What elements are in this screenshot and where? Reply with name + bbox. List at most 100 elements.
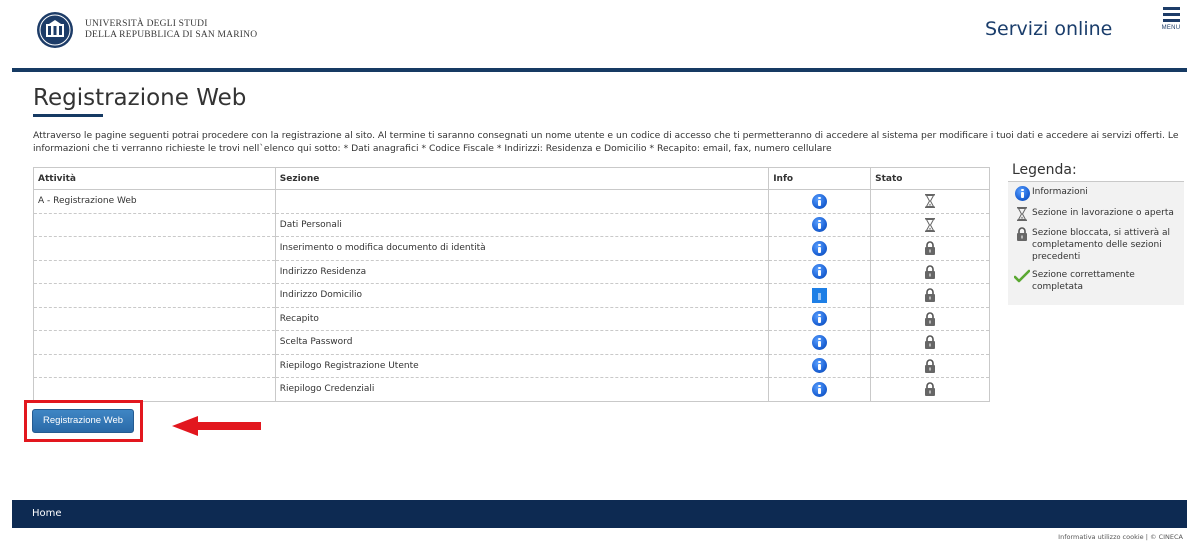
column-header-attivita: Attività xyxy=(33,167,276,190)
header-divider xyxy=(12,68,1187,72)
cell-attivita xyxy=(33,236,276,261)
university-name-line1: UNIVERSITÀ DEGLI STUDI xyxy=(85,19,208,29)
cell-attivita xyxy=(33,307,276,331)
table-row: Inserimento o modifica documento di iden… xyxy=(33,236,990,261)
university-seal-icon[interactable] xyxy=(36,11,74,49)
menu-label: MENU xyxy=(1161,25,1181,31)
cell-attivita xyxy=(33,354,276,378)
table-row: Recapito xyxy=(33,307,990,331)
hamburger-menu-icon xyxy=(1162,7,1180,10)
info-icon[interactable] xyxy=(812,311,828,327)
info-icon[interactable] xyxy=(1014,186,1030,201)
info-icon[interactable] xyxy=(812,193,828,209)
info-icon[interactable] xyxy=(812,264,828,280)
cell-attivita: A - Registrazione Web xyxy=(33,189,276,214)
legend-item: Sezione bloccata, si attiverà al complet… xyxy=(1012,227,1180,263)
info-icon[interactable] xyxy=(812,240,828,256)
cell-attivita xyxy=(33,330,276,355)
cell-stato xyxy=(870,354,990,378)
legend-title: Legenda: xyxy=(1008,162,1184,182)
bottom-links: Informativa utilizzo cookie | © CINECA xyxy=(1058,533,1183,541)
cookie-policy-link[interactable]: Informativa utilizzo cookie xyxy=(1058,533,1143,541)
lock-icon xyxy=(925,265,936,279)
cell-info xyxy=(768,330,872,355)
hamburger-menu-icon-bar xyxy=(1162,13,1180,16)
cell-stato xyxy=(870,213,990,237)
lock-icon xyxy=(925,288,936,303)
legend-panel: Legenda: Informazioni Sezione in lavorazi… xyxy=(1008,162,1184,305)
table-header-row: Attività Sezione Info Stato xyxy=(33,167,990,190)
university-name: UNIVERSITÀ DEGLI STUDI DELLA REPUBBLICA … xyxy=(85,19,257,41)
service-title: Servizi online xyxy=(985,18,1113,40)
registrazione-web-button[interactable]: Registrazione Web xyxy=(32,409,134,433)
cell-stato xyxy=(870,236,990,261)
lock-icon xyxy=(925,359,936,373)
copyright-link[interactable]: © CINECA xyxy=(1150,533,1183,541)
info-icon[interactable] xyxy=(812,358,828,374)
cell-stato xyxy=(870,189,990,214)
cell-stato xyxy=(870,307,990,331)
cell-info xyxy=(768,189,872,214)
hourglass-icon xyxy=(925,194,936,209)
cell-stato xyxy=(870,283,990,308)
registration-steps-table: Attività Sezione Info Stato A - Registra… xyxy=(33,167,990,402)
legend-item: Informazioni xyxy=(1012,186,1180,201)
check-icon xyxy=(1014,269,1030,283)
red-arrow-icon xyxy=(172,416,261,436)
table-row: Dati Personali xyxy=(33,213,990,237)
table-row: Indirizzo Residenza xyxy=(33,260,990,284)
table-row: Scelta Password xyxy=(33,330,990,355)
cell-attivita xyxy=(33,377,276,402)
legend-item: Sezione in lavorazione o aperta xyxy=(1012,207,1180,221)
footer-separator: | xyxy=(1145,533,1148,541)
cell-info xyxy=(768,260,872,284)
table-row: Riepilogo Credenziali xyxy=(33,377,990,402)
cell-stato xyxy=(870,330,990,355)
info-icon[interactable] xyxy=(812,381,828,397)
legend-label: Sezione in lavorazione o aperta xyxy=(1032,208,1174,218)
legend-icon xyxy=(1012,207,1032,221)
lock-icon xyxy=(925,312,936,326)
cell-info xyxy=(768,377,872,402)
cell-sezione: Recapito xyxy=(274,307,770,331)
university-name-line2: DELLA REPUBBLICA DI SAN MARINO xyxy=(85,30,258,40)
cell-info xyxy=(768,354,872,378)
table-row: Riepilogo Registrazione Utente xyxy=(33,354,990,378)
page-header: UNIVERSITÀ DEGLI STUDI DELLA REPUBBLICA … xyxy=(0,0,1187,68)
legend-label: Sezione bloccata, si attiverà al complet… xyxy=(1032,228,1171,262)
title-underline xyxy=(33,114,103,117)
hourglass-icon xyxy=(1017,207,1027,221)
cell-stato xyxy=(870,260,990,284)
cell-sezione: Indirizzo Domicilio xyxy=(274,283,770,308)
hourglass-icon xyxy=(925,217,936,232)
legend-icon xyxy=(1012,227,1032,241)
cell-sezione: Riepilogo Credenziali xyxy=(274,377,770,402)
legend-item: Sezione correttamente completata xyxy=(1012,269,1180,293)
cell-info xyxy=(768,283,872,308)
column-header-sezione: Sezione xyxy=(274,167,770,190)
cell-sezione xyxy=(274,189,770,214)
hamburger-menu-icon-bar xyxy=(1162,19,1180,22)
cell-sezione: Inserimento o modifica documento di iden… xyxy=(274,236,770,261)
footer-home-link[interactable]: Home xyxy=(32,508,62,519)
legend-label: Informazioni xyxy=(1032,187,1088,197)
page-title: Registrazione Web xyxy=(33,85,247,111)
info-icon[interactable] xyxy=(812,334,828,350)
cell-stato xyxy=(870,377,990,402)
column-header-info: Info xyxy=(768,167,872,190)
table-row: A - Registrazione Web xyxy=(33,189,990,214)
lock-icon xyxy=(925,241,936,256)
cell-info xyxy=(768,213,872,237)
lock-icon xyxy=(925,335,936,350)
cell-sezione: Indirizzo Residenza xyxy=(274,260,770,284)
info-icon[interactable] xyxy=(812,217,828,233)
column-header-stato: Stato xyxy=(870,167,990,190)
cell-sezione: Scelta Password xyxy=(274,330,770,355)
cell-attivita xyxy=(33,260,276,284)
legend-body: Informazioni Sezione in lavorazione o ape… xyxy=(1008,182,1184,305)
legend-icon xyxy=(1012,269,1032,283)
legend-label: Sezione correttamente completata xyxy=(1032,270,1135,292)
legend-icon xyxy=(1012,186,1032,201)
info-square-icon[interactable] xyxy=(812,287,828,303)
menu-button[interactable]: MENU xyxy=(1160,7,1182,37)
